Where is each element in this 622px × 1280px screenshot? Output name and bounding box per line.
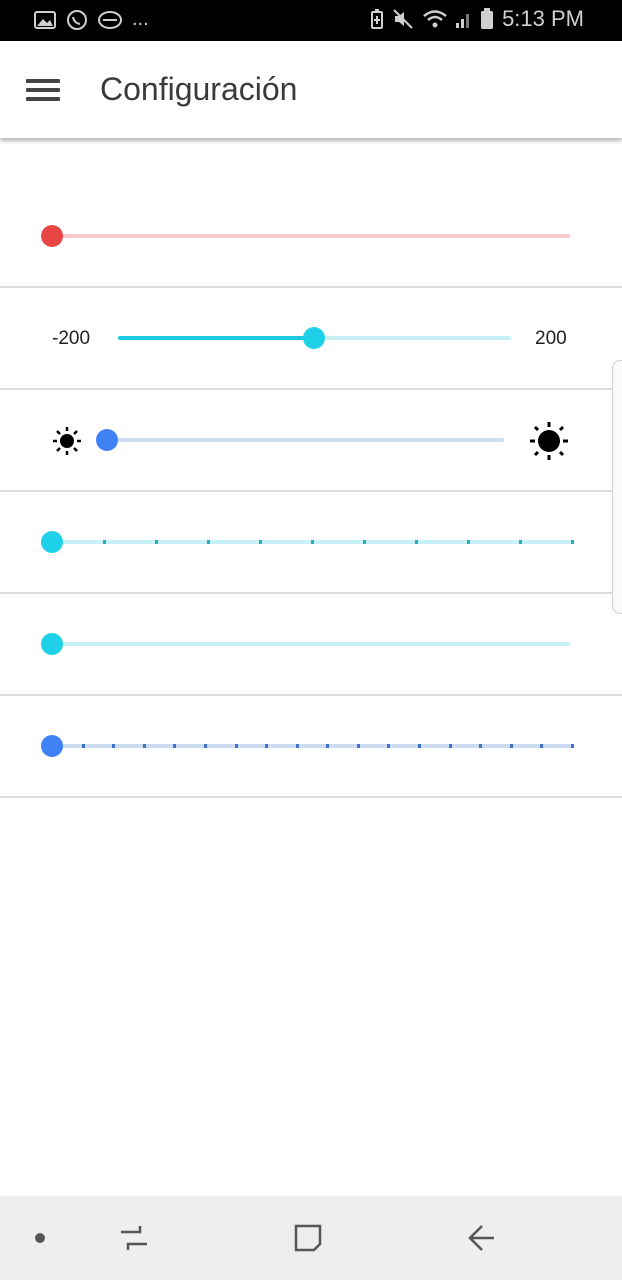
mute-icon xyxy=(393,9,413,29)
slider-tick xyxy=(519,540,522,544)
slider-row-brightness xyxy=(0,390,622,492)
back-icon[interactable] xyxy=(452,1196,512,1280)
slider-tick xyxy=(479,744,483,748)
slider-tick xyxy=(509,744,513,748)
home-icon[interactable] xyxy=(278,1196,338,1280)
slider-thumb[interactable] xyxy=(41,735,63,757)
navigation-bar xyxy=(0,1196,622,1280)
slider-tick xyxy=(571,744,574,748)
slider-thumb[interactable] xyxy=(41,633,63,655)
slider-thumb[interactable] xyxy=(41,225,63,247)
slider-row-red xyxy=(0,186,622,288)
system-icons: 5:13 PM xyxy=(370,6,584,32)
slider-tick xyxy=(540,744,544,748)
notification-icons: ... xyxy=(34,8,149,31)
slider-tick xyxy=(387,744,391,748)
slider-tick xyxy=(81,744,85,748)
slider-tick xyxy=(418,744,422,748)
slider-tick xyxy=(112,744,116,748)
page-title: Configuración xyxy=(100,71,298,107)
slider-row-range: -200 200 xyxy=(0,288,622,390)
menu-icon[interactable] xyxy=(22,71,64,109)
signal-icon xyxy=(456,14,470,28)
whatsapp-icon xyxy=(67,9,87,30)
slider-thumb[interactable] xyxy=(96,429,118,451)
slider-row-discrete-blue xyxy=(0,696,622,798)
slider-track[interactable] xyxy=(52,234,570,238)
slider-tick xyxy=(363,540,366,544)
slider-tick xyxy=(259,540,262,544)
slider-tick xyxy=(155,540,158,544)
more-notifications-indicator: ... xyxy=(132,8,149,30)
slider-tick xyxy=(207,540,210,544)
slider-tick xyxy=(448,744,452,748)
dot-icon[interactable] xyxy=(20,1196,60,1280)
slider-tick xyxy=(311,540,314,544)
slider-max-label: 200 xyxy=(535,328,567,349)
slider-thumb[interactable] xyxy=(303,327,325,349)
slider-tick xyxy=(295,744,299,748)
slider-tick xyxy=(142,744,146,748)
slider-track[interactable] xyxy=(52,642,570,646)
slider-row-plain-cyan xyxy=(0,594,622,696)
clock: 5:13 PM xyxy=(502,6,584,31)
app-bar: Configuración xyxy=(0,41,622,138)
slider-tick xyxy=(203,744,207,748)
slider-tick xyxy=(234,744,238,748)
chat-icon xyxy=(98,10,122,29)
edge-panel-handle[interactable] xyxy=(612,360,622,614)
slider-track-active xyxy=(118,336,314,340)
wifi-icon xyxy=(423,10,447,28)
slider-tick xyxy=(173,744,177,748)
slider-tick xyxy=(326,744,330,748)
slider-tick xyxy=(415,540,418,544)
slider-tick xyxy=(571,540,574,544)
brightness-low-icon xyxy=(53,427,81,455)
slider-track[interactable] xyxy=(107,438,504,442)
slider-tick xyxy=(467,540,470,544)
battery-icon xyxy=(481,8,494,29)
slider-tick xyxy=(103,540,106,544)
slider-thumb[interactable] xyxy=(41,531,63,553)
slider-track[interactable] xyxy=(52,744,572,748)
slider-min-label: -200 xyxy=(52,328,91,349)
brightness-high-icon xyxy=(530,422,568,460)
status-bar: ... 5:13 PM xyxy=(0,0,622,41)
slider-tick xyxy=(265,744,269,748)
recents-icon[interactable] xyxy=(104,1196,164,1280)
slider-tick xyxy=(356,744,360,748)
image-icon xyxy=(34,10,56,29)
slider-row-discrete-cyan xyxy=(0,492,622,594)
battery-saver-icon xyxy=(371,9,384,29)
